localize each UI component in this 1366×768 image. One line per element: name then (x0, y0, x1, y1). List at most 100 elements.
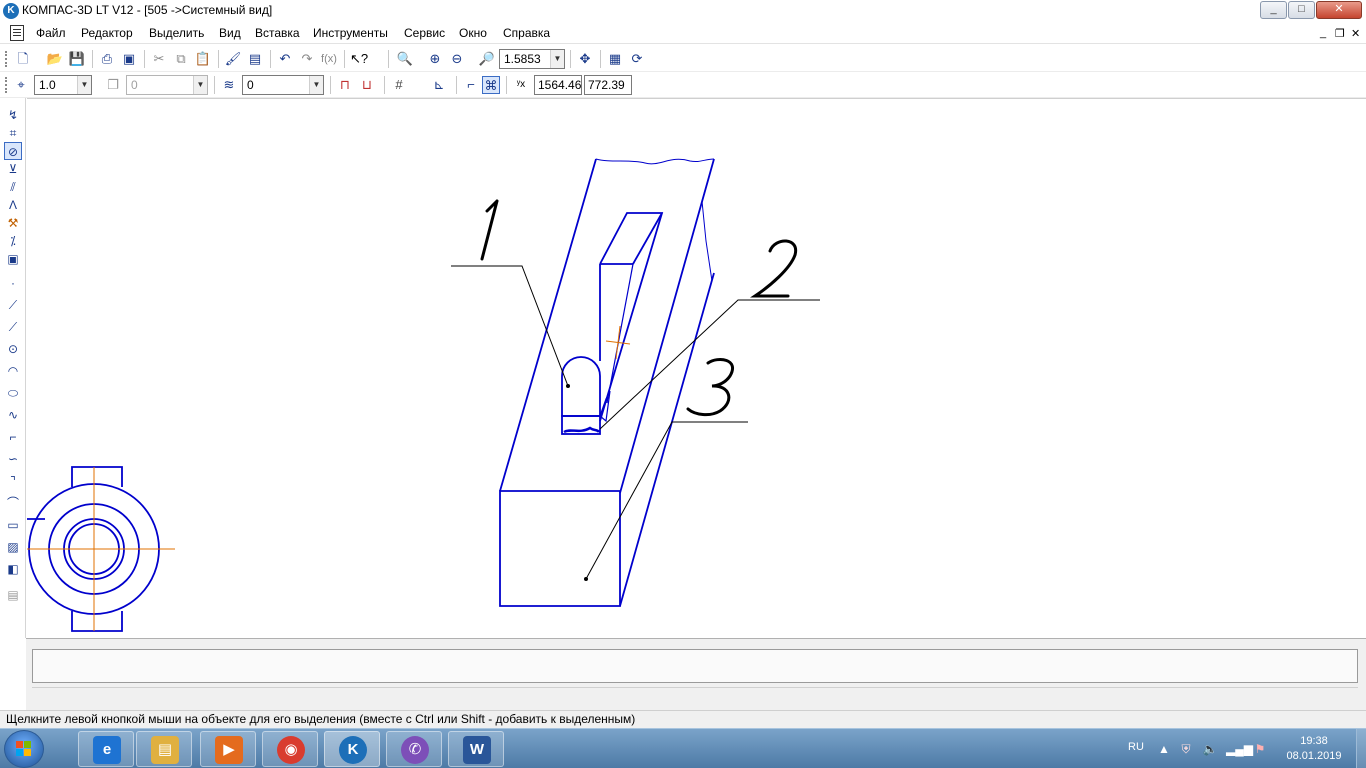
maximize-button[interactable]: □ (1288, 1, 1315, 19)
layer-icon[interactable]: ❐ (104, 76, 122, 94)
new-document-icon[interactable]: 🗋 (14, 50, 32, 68)
menu-select[interactable]: Выделить (149, 26, 204, 40)
taskbar-app-explorer[interactable]: ▤ (136, 731, 192, 767)
network-icon[interactable]: ▂▄▆ (1226, 741, 1253, 757)
menu-help[interactable]: Справка (503, 26, 550, 40)
parameterization-icon[interactable]: ⫽ (4, 178, 22, 196)
menu-edit[interactable]: Редактор (81, 26, 133, 40)
select-icon[interactable]: ⚒ (4, 214, 22, 232)
format-brush-icon[interactable]: 🖌 (224, 50, 242, 68)
close-button[interactable]: ✕ (1316, 1, 1362, 19)
redo-icon[interactable]: ↷ (298, 50, 316, 68)
taskbar-app-kompas[interactable]: K (324, 731, 380, 767)
doc-minimize-button[interactable]: _ (1320, 27, 1326, 39)
rectangle-icon[interactable]: ▭ (4, 516, 22, 534)
zoom-scale-icon[interactable]: 🔎 (478, 50, 496, 68)
start-button[interactable] (4, 730, 44, 768)
menu-insert[interactable]: Вставка (255, 26, 300, 40)
rebuild-icon[interactable]: ▦ (606, 50, 624, 68)
menu-tools[interactable]: Инструменты (313, 26, 388, 40)
spline-icon[interactable]: ∿ (4, 406, 22, 424)
segment-icon[interactable]: ⟋ (4, 318, 22, 336)
function-icon[interactable]: f(x) (320, 50, 338, 68)
snap-active-icon[interactable]: ⌘ (482, 76, 500, 94)
edit-icon[interactable]: ⊻ (4, 160, 22, 178)
chevron-down-icon[interactable]: ▼ (193, 76, 207, 94)
zoom-out-icon[interactable]: ⊖ (448, 50, 466, 68)
drawing-canvas[interactable]: 1 2 3 (27, 98, 1366, 638)
collection-icon[interactable]: ▤ (4, 586, 22, 604)
style-icon[interactable]: ≋ (220, 76, 238, 94)
taskbar-app-chrome[interactable]: ◉ (262, 731, 318, 767)
language-indicator[interactable]: RU (1128, 741, 1144, 753)
style-combobox[interactable]: 0 ▼ (242, 75, 324, 95)
taskbar-app-media[interactable]: ▶ (200, 731, 256, 767)
taskbar-app-viber[interactable]: ✆ (386, 731, 442, 767)
action-center-icon[interactable]: ⚑ (1252, 741, 1268, 757)
menu-service[interactable]: Сервис (404, 26, 445, 40)
menu-file[interactable]: Файл (36, 26, 66, 40)
round-icon[interactable]: ⌐ (462, 76, 480, 94)
zoom-in-icon[interactable]: ⊕ (426, 50, 444, 68)
doc-restore-button[interactable]: ❐ (1335, 27, 1345, 40)
taskbar-app-word[interactable]: W (448, 731, 504, 767)
coord-x-field[interactable]: 1564.46 (534, 75, 582, 95)
clock[interactable]: 19:38 08.01.2019 (1284, 734, 1344, 764)
print-preview-icon[interactable]: ⎙ (98, 50, 116, 68)
coordinates-icon[interactable]: ʸx (512, 76, 530, 94)
layer-combobox[interactable]: 0 ▼ (126, 75, 208, 95)
show-hidden-icons-icon[interactable]: ▲ (1156, 741, 1172, 757)
zoom-combobox[interactable]: 1.5853 ▼ (499, 49, 565, 69)
open-folder-icon[interactable]: 📂 (46, 50, 64, 68)
coord-y-field[interactable]: 772.39 (584, 75, 632, 95)
taskbar-app-ie[interactable]: e (78, 731, 134, 767)
cursor-step-icon[interactable]: ⌖ (12, 76, 30, 94)
paste-icon[interactable]: 📋 (194, 50, 212, 68)
chevron-down-icon[interactable]: ▼ (550, 50, 564, 68)
kompas-app-icon[interactable]: K (3, 3, 19, 19)
chevron-down-icon[interactable]: ▼ (77, 76, 91, 94)
doc-close-button[interactable]: ✕ (1351, 27, 1360, 40)
bezier-icon[interactable]: ∽ (4, 450, 22, 468)
chamfer-icon[interactable]: ⌝ (4, 472, 22, 490)
hatch-icon[interactable]: ▨ (4, 538, 22, 556)
snap-magnet-icon[interactable]: ⊓ (336, 76, 354, 94)
ellipse-icon[interactable]: ⬭ (4, 384, 22, 402)
geometry-icon[interactable]: ↯ (4, 106, 22, 124)
circle-icon[interactable]: ⊙ (4, 340, 22, 358)
document-menu-icon[interactable] (10, 25, 24, 41)
point-icon[interactable]: · (4, 274, 22, 292)
property-panel-field[interactable] (32, 649, 1358, 683)
toolbar-grip[interactable] (5, 51, 7, 67)
macro-icon[interactable]: ▣ (4, 250, 22, 268)
cut-icon[interactable]: ✂ (150, 50, 168, 68)
fragment-icon[interactable]: ⁒ (4, 232, 22, 250)
properties-icon[interactable]: ▤ (246, 50, 264, 68)
chevron-down-icon[interactable]: ▼ (309, 76, 323, 94)
measure-icon[interactable]: Λ (4, 196, 22, 214)
polyline-icon[interactable]: ⌐ (4, 428, 22, 446)
line-icon[interactable]: ⟋ (4, 296, 22, 314)
toolbar-grip[interactable] (5, 77, 7, 93)
save-icon[interactable]: 💾 (68, 50, 86, 68)
minimize-button[interactable]: _ (1260, 1, 1287, 19)
undo-icon[interactable]: ↶ (276, 50, 294, 68)
step-combobox[interactable]: 1.0 ▼ (34, 75, 92, 95)
fillet-icon[interactable]: ⌒ (4, 494, 22, 512)
snap-local-icon[interactable]: ⊔ (358, 76, 376, 94)
show-desktop-button[interactable] (1356, 729, 1366, 768)
copy-icon[interactable]: ⧉ (172, 50, 190, 68)
menu-view[interactable]: Вид (219, 26, 241, 40)
designations-icon[interactable]: ⊘ (4, 142, 22, 160)
menu-window[interactable]: Окно (459, 26, 487, 40)
zoom-window-icon[interactable]: 🔍 (396, 50, 414, 68)
grid-icon[interactable]: # (390, 76, 408, 94)
dimensions-icon[interactable]: ⌗ (4, 124, 22, 142)
fill-icon[interactable]: ◧ (4, 560, 22, 578)
pan-icon[interactable]: ✥ (576, 50, 594, 68)
orthogonal-icon[interactable]: ⊾ (430, 76, 448, 94)
antivirus-icon[interactable]: ⛨ (1178, 741, 1194, 757)
arc-icon[interactable]: ◠ (4, 362, 22, 380)
volume-icon[interactable]: 🔈 (1202, 741, 1218, 757)
help-cursor-icon[interactable]: ↖? (350, 50, 368, 68)
